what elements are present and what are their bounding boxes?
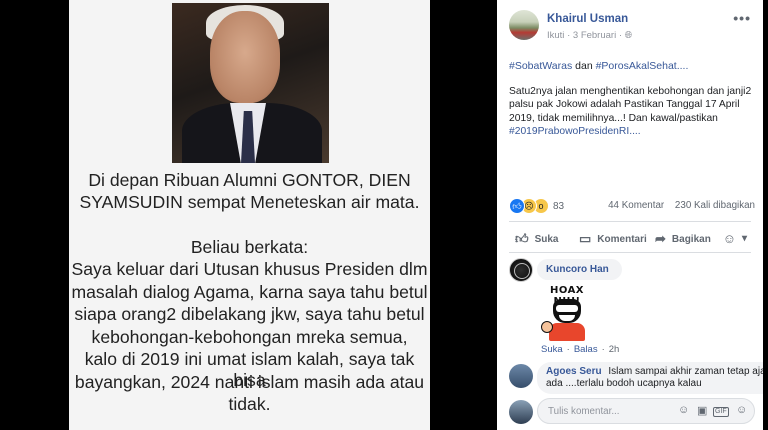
commenter-name[interactable]: Kuncoro Han [546,264,609,275]
globe-icon: 🌐︎ [624,30,633,41]
commenter-avatar[interactable] [509,258,533,282]
post-body-text: Satu2nya jalan menghentikan kebohongan d… [509,86,752,124]
divider [509,252,751,253]
post-meta: Ikuti · 3 Februari · 🌐︎ [547,30,632,41]
like-label: Suka [534,233,559,245]
caption-line-7: kebohongan-kebohongan mreka semua, [91,327,408,347]
caption-line-10: tidak. [228,394,271,414]
hashtag-porosakalsehat[interactable]: #PorosAkalSehat.... [596,60,689,72]
user-icon: ☺ [722,231,736,246]
like-button[interactable]: 👍︎ Suka [515,231,559,247]
gif-icon[interactable]: GIF [713,407,729,417]
caption-line-4: Saya keluar dari Utusan khusus Presiden … [71,259,428,279]
comment-label: Komentari [597,233,647,245]
comments-count[interactable]: 44 Komentar [608,200,664,211]
like-reaction-icon: 👍︎ [509,198,525,214]
share-button[interactable]: ➦ Bagikan [655,231,711,247]
post-panel: Khairul Usman Ikuti · 3 Februari · 🌐︎ ••… [497,0,763,430]
comment-time[interactable]: 2h [609,344,620,355]
comment-composer[interactable]: ☺ ▣ GIF ☺ [537,398,755,424]
commenter-avatar[interactable] [509,364,533,388]
portrait-photo [172,3,329,163]
author-avatar[interactable] [509,10,539,40]
meta-dot: · [618,30,623,41]
caption-line-5: masalah dialog Agama, karna saya tahu be… [71,282,428,302]
hoax-sticker: HOAX NIH! [539,285,595,341]
share-icon: ➦ [655,231,666,246]
post-image[interactable]: Di depan Ribuan Alumni GONTOR, DIEN SYAM… [69,0,430,430]
commenter-name[interactable]: Agoes Seru [546,366,602,377]
camera-icon[interactable]: ▣ [697,404,707,417]
reaction-count: 83 [553,200,565,212]
engagement-counts: 44 Komentar 230 Kali dibagikan [600,200,755,211]
hashtag-prabowo[interactable]: #2019PrabowoPresidenRI.... [509,126,641,137]
post-date[interactable]: 3 Februari [573,30,616,41]
caption-line-9: bayangkan, 2024 nanti islam masih ada at… [74,372,425,392]
divider [509,221,751,222]
post-body: Satu2nya jalan menghentikan kebohongan d… [509,85,757,138]
audience-selector[interactable]: ☺ ▾ [723,231,747,246]
reactions-summary[interactable]: 👍︎ ☹︎ o 83 [509,198,564,214]
comment-reply-link[interactable]: Balas [574,344,598,355]
comment-icon: ▭ [579,231,592,246]
portrait-face [210,11,280,103]
comment-button[interactable]: ▭ Komentari [579,231,647,247]
emoji-icon[interactable]: ☺ [678,404,689,416]
comment-like-link[interactable]: Suka [541,344,563,355]
comment-bubble: Kuncoro Han [537,259,622,280]
caption-line-2: SYAMSUDIN sempat Meneteskan air mata. [79,192,420,212]
chevron-down-icon: ▾ [741,233,747,244]
hashtag-conjunction: dan [572,60,596,72]
shares-count[interactable]: 230 Kali dibagikan [675,200,755,211]
post-hashtags: #SobatWaras dan #PorosAkalSehat.... [509,60,688,72]
share-label: Bagikan [671,233,711,245]
caption-line-6: siapa orang2 dibelakang jkw, saya tahu b… [74,304,425,324]
comment-bubble: Agoes Seru Islam sampai akhir zaman teta… [537,362,763,394]
current-user-avatar [509,400,533,424]
hashtag-sobatwaras[interactable]: #SobatWaras [509,60,572,72]
comment-actions: Suka · Balas · 2h [541,344,620,355]
thumbs-up-icon: 👍︎ [515,231,529,246]
comment-input[interactable] [548,404,668,418]
post-actions: 👍︎ Suka ▭ Komentari ➦ Bagikan ☺ ▾ [509,227,751,249]
author-name[interactable]: Khairul Usman [547,13,628,25]
follow-link[interactable]: Ikuti [547,30,564,41]
caption-line-3: Beliau berkata: [190,237,309,257]
caption-line-1: Di depan Ribuan Alumni GONTOR, DIEN [88,170,411,190]
meta-dot: · [567,30,571,41]
more-options-icon[interactable]: ••• [733,10,751,26]
sticker-icon[interactable]: ☺ [736,404,747,416]
